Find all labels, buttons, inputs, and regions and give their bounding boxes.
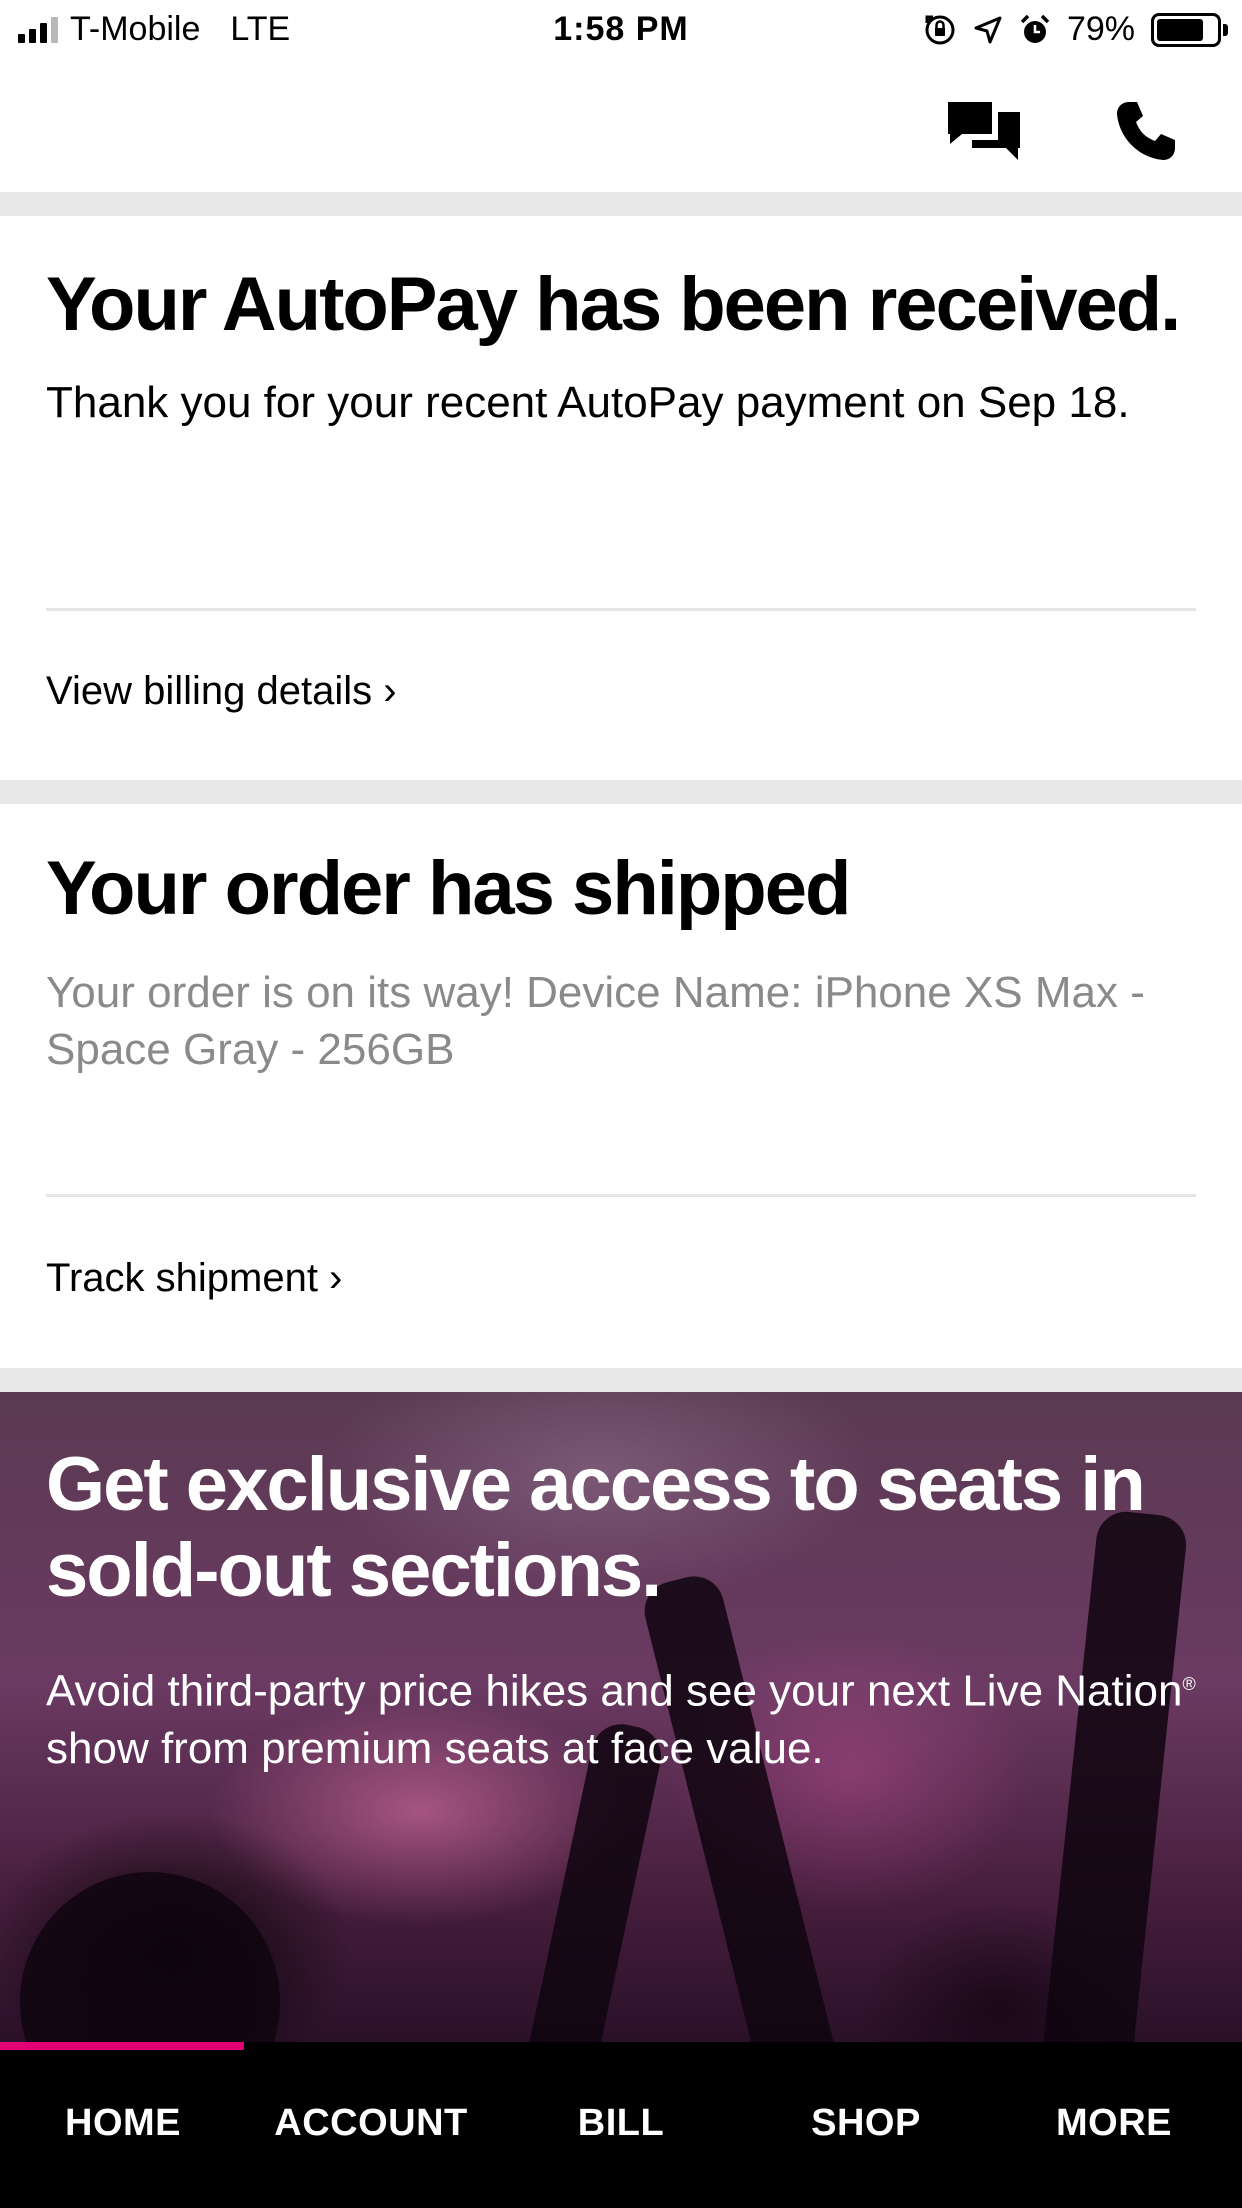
tab-home[interactable]: HOME bbox=[0, 2102, 246, 2145]
battery-percent: 79% bbox=[1066, 10, 1135, 48]
phone-icon bbox=[1117, 102, 1175, 160]
orientation-lock-icon bbox=[925, 15, 955, 44]
shipping-card: Your order has shipped Your order is on … bbox=[0, 804, 1242, 1368]
track-shipment-link[interactable]: Track shipment › bbox=[46, 1256, 342, 1301]
bottom-tab-bar: HOME ACCOUNT BILL SHOP MORE bbox=[0, 2042, 1242, 2208]
view-billing-details-link[interactable]: View billing details › bbox=[46, 669, 397, 714]
chat-icon bbox=[948, 102, 1020, 160]
battery-icon bbox=[1151, 12, 1228, 47]
call-button[interactable] bbox=[1106, 96, 1186, 166]
shipping-body: Your order is on its way! Device Name: i… bbox=[46, 968, 1145, 1074]
status-bar: T-Mobile LTE 1:58 PM 79% bbox=[0, 0, 1242, 62]
alarm-icon bbox=[1020, 14, 1050, 43]
tab-more[interactable]: MORE bbox=[986, 2102, 1242, 2145]
promo-title: Get exclusive access to seats in sold-ou… bbox=[46, 1442, 1146, 1613]
tab-shop[interactable]: SHOP bbox=[746, 2102, 986, 2145]
live-nation-promo-banner[interactable]: Get exclusive access to seats in sold-ou… bbox=[0, 1392, 1242, 2042]
autopay-card: Your AutoPay has been received. Thank yo… bbox=[0, 216, 1242, 780]
autopay-title: Your AutoPay has been received. bbox=[46, 262, 1181, 347]
active-tab-indicator bbox=[0, 2042, 244, 2050]
card-divider bbox=[46, 608, 1196, 611]
concert-crowd-silhouette bbox=[20, 1872, 280, 2042]
section-divider bbox=[0, 192, 1242, 216]
promo-body-part1: Avoid third-party price hikes and see yo… bbox=[46, 1666, 1183, 1716]
section-divider bbox=[0, 780, 1242, 804]
tab-bill[interactable]: BILL bbox=[496, 2102, 746, 2145]
card-divider bbox=[46, 1194, 1196, 1197]
chat-button[interactable] bbox=[944, 96, 1024, 166]
tab-account[interactable]: ACCOUNT bbox=[246, 2102, 496, 2145]
top-action-bar bbox=[0, 62, 1242, 192]
promo-body: Avoid third-party price hikes and see yo… bbox=[46, 1656, 1196, 1777]
promo-body-part2: show from premium seats at face value. bbox=[46, 1723, 824, 1773]
autopay-body: Thank you for your recent AutoPay paymen… bbox=[46, 378, 1130, 427]
concert-crowd-silhouette bbox=[638, 1570, 842, 2042]
section-divider bbox=[0, 1368, 1242, 1392]
shipping-title: Your order has shipped bbox=[46, 846, 851, 931]
location-icon bbox=[974, 16, 1002, 43]
status-right: 79% bbox=[923, 10, 1228, 49]
registered-mark: ® bbox=[1182, 1674, 1196, 1694]
